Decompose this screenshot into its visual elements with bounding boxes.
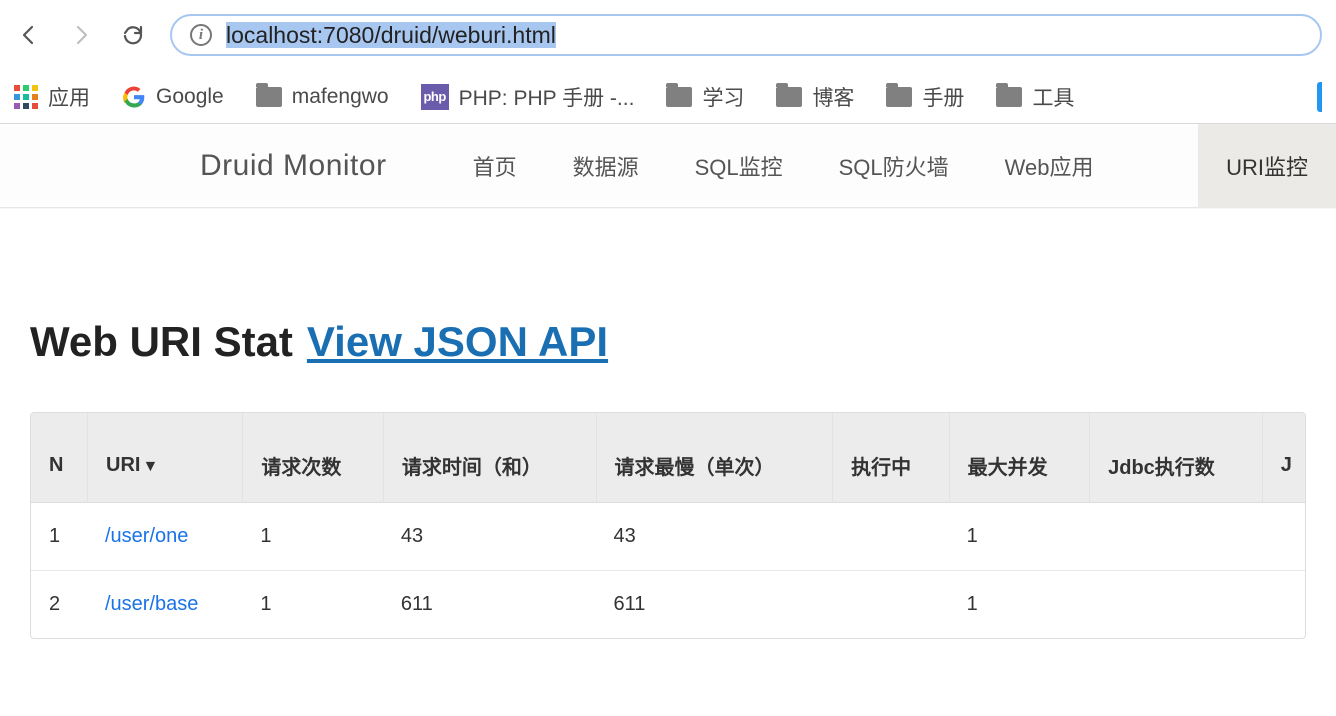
reload-button[interactable] — [118, 20, 148, 50]
cell-jdbc-exec — [1089, 570, 1262, 638]
col-req-count[interactable]: 请求次数 — [242, 413, 383, 503]
nav-datasource[interactable]: 数据源 — [545, 124, 667, 208]
cell-max-concurrent: 1 — [949, 503, 1090, 570]
cell-req-time-sum: 611 — [383, 570, 596, 638]
col-uri-label: URI — [106, 454, 140, 476]
cell-req-slowest: 611 — [596, 570, 833, 638]
sort-indicator-icon: ▼ — [142, 458, 158, 475]
forward-button[interactable] — [66, 20, 96, 50]
bookmark-manual[interactable]: 手册 — [886, 82, 964, 112]
bookmark-tools[interactable]: 工具 — [996, 82, 1074, 112]
cell-running — [832, 503, 949, 570]
col-n[interactable]: N — [31, 413, 87, 503]
back-button[interactable] — [14, 20, 44, 50]
col-req-slowest[interactable]: 请求最慢（单次） — [596, 413, 833, 503]
view-json-api-link[interactable]: View JSON API — [307, 318, 608, 366]
app-navbar: Druid Monitor 首页 数据源 SQL监控 SQL防火墙 Web应用 … — [0, 124, 1336, 208]
bookmark-label: 工具 — [1032, 82, 1074, 112]
bookmark-label: 博客 — [812, 82, 854, 112]
table-row: 2/user/base16116111 — [31, 570, 1305, 638]
cell-req-time-sum: 43 — [383, 503, 596, 570]
google-icon — [122, 85, 146, 109]
bookmark-study[interactable]: 学习 — [666, 82, 744, 112]
apps-shortcut[interactable]: 应用 — [14, 82, 90, 112]
cell-running — [832, 570, 949, 638]
php-icon: php — [421, 84, 449, 110]
bookmarks-bar: 应用 Google mafengwo php PHP: PHP 手册 -... … — [0, 70, 1336, 124]
cell-uri[interactable]: /user/one — [87, 503, 242, 570]
folder-icon — [996, 87, 1022, 107]
bookmark-label: 学习 — [702, 82, 744, 112]
site-info-icon[interactable]: i — [190, 24, 212, 46]
col-jdbc-exec[interactable]: Jdbc执行数 — [1089, 413, 1262, 503]
apps-icon — [14, 85, 38, 109]
bookmark-google[interactable]: Google — [122, 85, 224, 109]
col-jdbc-partial[interactable]: J — [1262, 413, 1305, 503]
page-title-text: Web URI Stat — [30, 318, 293, 366]
cell-req-count: 1 — [242, 503, 383, 570]
col-req-time-sum[interactable]: 请求时间（和） — [383, 413, 596, 503]
brand-title[interactable]: Druid Monitor — [200, 149, 387, 183]
col-max-concurrent[interactable]: 最大并发 — [949, 413, 1090, 503]
nav-uri-monitor[interactable]: URI监控 — [1198, 124, 1336, 208]
cell-req-slowest: 43 — [596, 503, 833, 570]
nav-home[interactable]: 首页 — [445, 124, 545, 208]
browser-toolbar: i localhost:7080/druid/weburi.html — [0, 0, 1336, 70]
overflow-indicator[interactable] — [1317, 82, 1322, 112]
col-uri[interactable]: URI▼ — [87, 413, 242, 503]
bookmark-label: PHP: PHP 手册 -... — [459, 82, 635, 112]
folder-icon — [776, 87, 802, 107]
bookmark-label: mafengwo — [292, 85, 389, 109]
bookmark-label: Google — [156, 85, 224, 109]
table-header-row: N URI▼ 请求次数 请求时间（和） 请求最慢（单次） 执行中 最大并发 Jd… — [31, 413, 1305, 503]
cell-uri[interactable]: /user/base — [87, 570, 242, 638]
apps-label: 应用 — [48, 82, 90, 112]
address-bar-wrap: i localhost:7080/druid/weburi.html — [170, 14, 1322, 56]
folder-icon — [886, 87, 912, 107]
cell-jdbc-partial — [1262, 503, 1305, 570]
address-bar[interactable]: i localhost:7080/druid/weburi.html — [170, 14, 1322, 56]
nav-sql-monitor[interactable]: SQL监控 — [667, 124, 811, 208]
cell-n: 2 — [31, 570, 87, 638]
cell-req-count: 1 — [242, 570, 383, 638]
bookmark-blog[interactable]: 博客 — [776, 82, 854, 112]
cell-jdbc-exec — [1089, 503, 1262, 570]
bookmark-mafengwo[interactable]: mafengwo — [256, 85, 389, 109]
cell-jdbc-partial — [1262, 570, 1305, 638]
folder-icon — [666, 87, 692, 107]
page-content: Web URI Stat View JSON API N URI▼ 请求次数 请… — [0, 208, 1336, 639]
table-row: 1/user/one143431 — [31, 503, 1305, 570]
table-body: 1/user/one1434312/user/base16116111 — [31, 503, 1305, 638]
col-running[interactable]: 执行中 — [832, 413, 949, 503]
nav-sql-firewall[interactable]: SQL防火墙 — [811, 124, 977, 208]
url-text: localhost:7080/druid/weburi.html — [226, 22, 556, 49]
nav-web-app[interactable]: Web应用 — [977, 124, 1122, 208]
browser-chrome: i localhost:7080/druid/weburi.html 应用 Go… — [0, 0, 1336, 124]
bookmark-label: 手册 — [922, 82, 964, 112]
cell-max-concurrent: 1 — [949, 570, 1090, 638]
cell-n: 1 — [31, 503, 87, 570]
uri-stat-table: N URI▼ 请求次数 请求时间（和） 请求最慢（单次） 执行中 最大并发 Jd… — [30, 412, 1306, 639]
page-title: Web URI Stat View JSON API — [30, 318, 1306, 366]
folder-icon — [256, 87, 282, 107]
bookmark-php-manual[interactable]: php PHP: PHP 手册 -... — [421, 82, 635, 112]
